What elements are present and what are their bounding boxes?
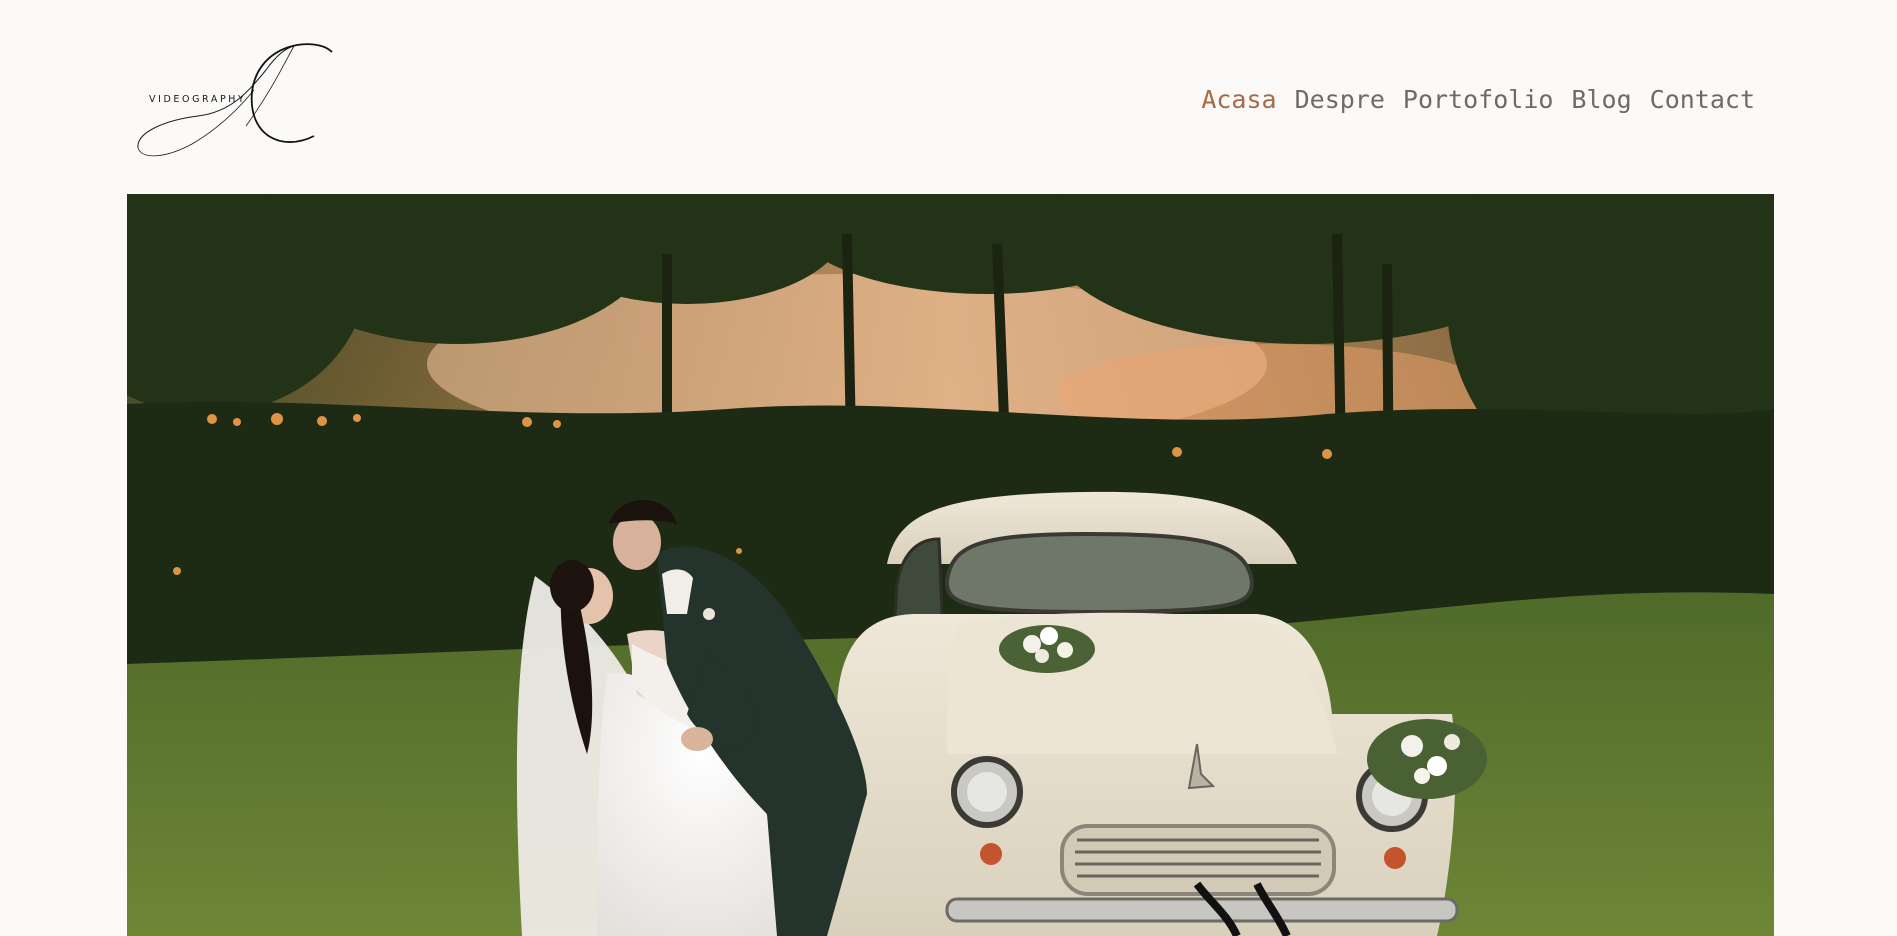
site-logo[interactable]: VIDEOGRAPHY [136, 40, 336, 164]
main-nav: Acasa Despre Portofolio Blog Contact [1201, 84, 1755, 116]
page: VIDEOGRAPHY Acasa Despre Portofolio Blog… [0, 0, 1897, 936]
nav-item-contact[interactable]: Contact [1650, 84, 1755, 116]
nav-item-despre[interactable]: Despre [1295, 84, 1385, 116]
nav-item-blog[interactable]: Blog [1571, 84, 1631, 116]
nav-item-portofolio[interactable]: Portofolio [1403, 84, 1554, 116]
nav-item-acasa[interactable]: Acasa [1201, 84, 1276, 116]
logo-wordmark: VIDEOGRAPHY [149, 94, 247, 105]
wedding-couple-vintage-car-photo [127, 194, 1774, 936]
site-header: VIDEOGRAPHY Acasa Despre Portofolio Blog… [0, 0, 1897, 194]
hero-image [127, 194, 1774, 936]
